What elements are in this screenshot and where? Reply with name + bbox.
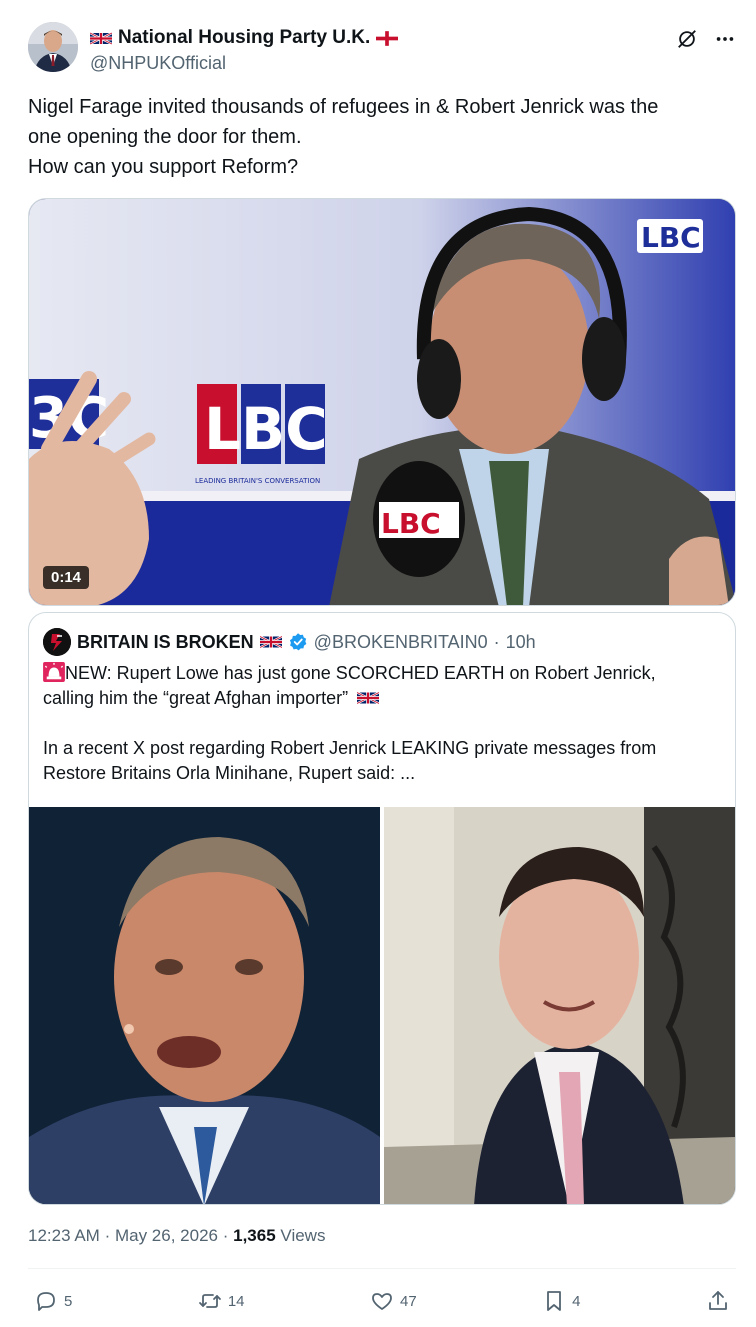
grok-icon[interactable] bbox=[676, 28, 698, 50]
quoted-text-line: calling him the “great Afghan importer” bbox=[43, 688, 349, 708]
author-name[interactable]: National Housing Party U.K. bbox=[118, 27, 370, 49]
repost-count: 14 bbox=[227, 1292, 245, 1310]
lbc-logo-text: LBC bbox=[204, 395, 328, 463]
video-player[interactable]: 3C LBC LEADING BRITAIN'S CONVERSATION LB… bbox=[28, 198, 736, 606]
share-button[interactable] bbox=[706, 1289, 730, 1313]
video-duration: 0:14 bbox=[43, 566, 90, 589]
author-name-row[interactable]: National Housing Party U.K. bbox=[90, 27, 399, 49]
quoted-tweet[interactable]: BRITAIN IS BROKEN @BROKENBRITAIN0 · 10h … bbox=[28, 612, 736, 1205]
tweet-header: National Housing Party U.K. @NHPUKOffici… bbox=[28, 22, 736, 78]
quoted-image-left[interactable] bbox=[29, 807, 380, 1204]
bookmark-icon bbox=[547, 1291, 562, 1311]
quoted-image-right[interactable] bbox=[384, 807, 735, 1204]
divider bbox=[28, 1268, 736, 1269]
quoted-tweet-text: NEW: Rupert Lowe has just gone SCORCHED … bbox=[43, 661, 723, 786]
action-bar: 5 14 47 4 bbox=[34, 1284, 730, 1318]
quoted-author-name[interactable]: BRITAIN IS BROKEN bbox=[77, 632, 254, 653]
uk-flag-icon bbox=[357, 691, 380, 705]
repost-button[interactable]: 14 bbox=[198, 1289, 245, 1313]
lbc-corner-logo: LBC bbox=[641, 221, 701, 254]
like-icon bbox=[372, 1293, 392, 1310]
quoted-author-avatar[interactable] bbox=[43, 628, 71, 656]
tweet-text-line: Nigel Farage invited thousands of refuge… bbox=[28, 96, 659, 118]
tweet-text-line: one opening the door for them. bbox=[28, 126, 302, 148]
views-count: 1,365 bbox=[233, 1226, 276, 1245]
quoted-author-handle[interactable]: @BROKENBRITAIN0 bbox=[314, 632, 488, 653]
uk-flag-icon bbox=[90, 31, 112, 45]
reply-count: 5 bbox=[64, 1292, 73, 1310]
like-button[interactable]: 47 bbox=[370, 1289, 417, 1313]
siren-icon bbox=[43, 662, 65, 682]
repost-icon bbox=[198, 1294, 221, 1308]
quoted-timestamp[interactable]: 10h bbox=[506, 632, 536, 653]
quoted-text-line: Restore Britains Orla Minihane, Rupert s… bbox=[43, 763, 416, 783]
tweet-text-line: How can you support Reform? bbox=[28, 156, 299, 178]
author-handle[interactable]: @NHPUKOfficial bbox=[90, 53, 226, 74]
separator-dot: · bbox=[222, 1226, 229, 1245]
quoted-text-line: NEW: Rupert Lowe has just gone SCORCHED … bbox=[65, 663, 656, 683]
bookmark-button[interactable]: 4 bbox=[542, 1289, 581, 1313]
reply-button[interactable]: 5 bbox=[34, 1289, 72, 1313]
like-count: 47 bbox=[400, 1292, 417, 1310]
bookmark-count: 4 bbox=[572, 1292, 581, 1310]
share-icon bbox=[709, 1291, 727, 1310]
views-label: Views bbox=[280, 1226, 326, 1245]
uk-flag-icon bbox=[259, 635, 282, 649]
england-flag-icon bbox=[376, 30, 399, 46]
tweet-time[interactable]: 12:23 AM bbox=[28, 1226, 100, 1245]
separator-dot: · bbox=[493, 631, 500, 652]
studio-caption: LEADING BRITAIN'S CONVERSATION bbox=[195, 477, 320, 485]
more-icon[interactable] bbox=[714, 28, 736, 50]
tweet-date[interactable]: May 26, 2026 bbox=[115, 1226, 218, 1245]
tweet-text: Nigel Farage invited thousands of refuge… bbox=[28, 92, 728, 182]
verified-icon bbox=[289, 633, 307, 651]
separator-dot: · bbox=[104, 1226, 111, 1245]
reply-icon bbox=[37, 1292, 55, 1311]
quoted-tweet-header: BRITAIN IS BROKEN @BROKENBRITAIN0 · 10h bbox=[43, 627, 536, 657]
mic-logo: LBC bbox=[381, 507, 441, 540]
author-avatar[interactable] bbox=[28, 22, 78, 72]
video-frame: 3C LBC LEADING BRITAIN'S CONVERSATION LB… bbox=[29, 199, 735, 605]
quoted-text-line: In a recent X post regarding Robert Jenr… bbox=[43, 738, 657, 758]
tweet-meta: 12:23 AM · May 26, 2026 · 1,365 Views bbox=[28, 1226, 325, 1246]
